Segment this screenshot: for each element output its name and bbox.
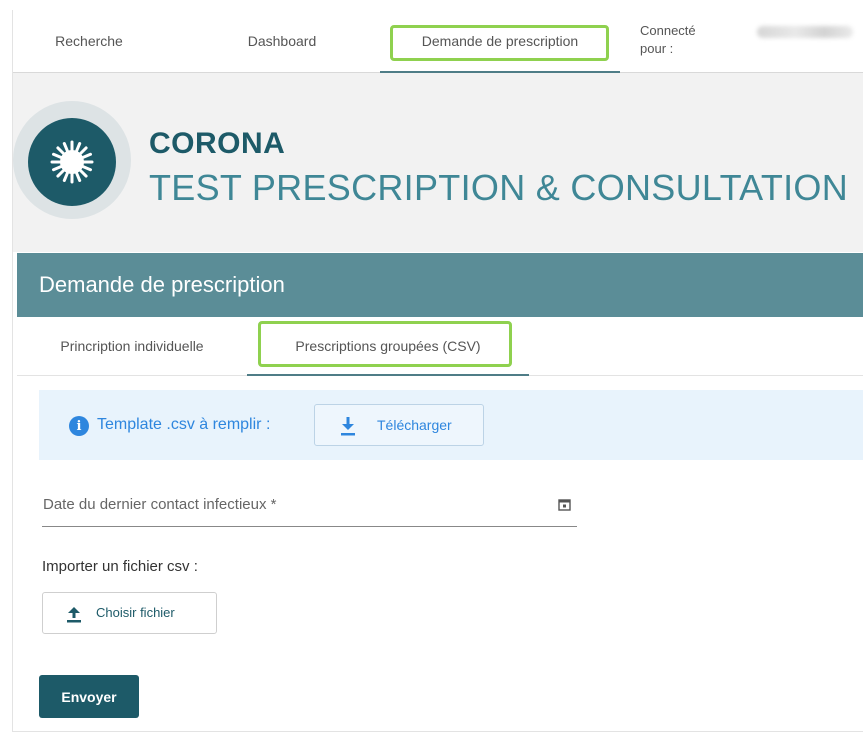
brand-banner: CORONA TEST PRESCRIPTION & CONSULTATION — [13, 73, 863, 252]
import-csv-label: Importer un fichier csv : — [42, 558, 198, 575]
download-label: Télécharger — [377, 417, 452, 433]
panel-title: Demande de prescription — [39, 272, 285, 297]
tab-bar: Princription individuelle Prescriptions … — [17, 317, 863, 376]
highlight-box — [258, 321, 512, 367]
brand-title: CORONA — [149, 127, 286, 160]
last-contact-date-field[interactable]: Date du dernier contact infectieux * — [42, 490, 577, 527]
choose-file-button[interactable]: Choisir fichier — [42, 592, 217, 634]
nav-item-dashboard[interactable]: Dashboard — [203, 10, 361, 72]
user-name-redacted — [757, 26, 853, 38]
panel-header: Demande de prescription — [17, 253, 863, 317]
template-info-text: Template .csv à remplir : — [97, 416, 271, 433]
download-icon — [339, 416, 357, 441]
upload-icon — [66, 605, 82, 628]
app-frame: Recherche Dashboard Demande de prescript… — [12, 10, 863, 732]
download-button[interactable]: Télécharger — [314, 404, 484, 446]
date-field-label: Date du dernier contact infectieux * — [43, 496, 277, 513]
brand-subtitle: TEST PRESCRIPTION & CONSULTATION — [149, 167, 849, 208]
highlight-box — [390, 25, 609, 61]
virus-icon — [28, 118, 116, 206]
choose-file-label: Choisir fichier — [96, 605, 175, 620]
submit-button[interactable]: Envoyer — [39, 675, 139, 718]
template-info-box: i Template .csv à remplir : Télécharger — [39, 390, 863, 460]
connected-label: Connecté pour : — [640, 23, 696, 56]
calendar-icon[interactable] — [558, 498, 571, 516]
tab-individual[interactable]: Princription individuelle — [17, 317, 247, 375]
top-nav: Recherche Dashboard Demande de prescript… — [13, 10, 863, 73]
nav-item-recherche[interactable]: Recherche — [25, 10, 153, 72]
info-icon: i — [69, 416, 89, 436]
